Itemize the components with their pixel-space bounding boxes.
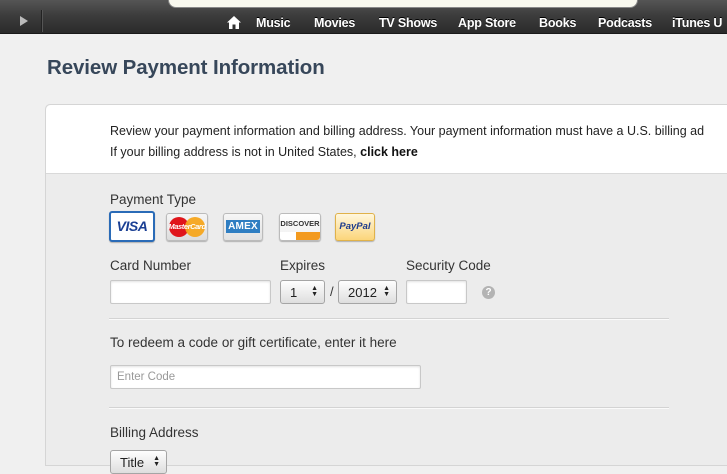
expiry-month-value: 1 — [290, 285, 298, 300]
home-icon[interactable] — [227, 16, 241, 29]
title-select-value: Title — [120, 455, 145, 470]
nav-item-podcasts[interactable]: Podcasts — [598, 16, 652, 30]
intro-box: Review your payment information and bill… — [46, 105, 727, 174]
nav-item-music[interactable]: Music — [256, 16, 291, 30]
redeem-label: To redeem a code or gift certificate, en… — [110, 335, 397, 350]
select-arrows-icon: ▲ ▼ — [153, 455, 160, 468]
expiry-month-select[interactable]: 1 ▲ ▼ — [280, 280, 325, 304]
mastercard-logo-text: MasterCard — [168, 222, 206, 231]
top-nav-bar: Music Movies TV Shows App Store Books Po… — [0, 0, 727, 34]
discover-option[interactable]: DISCOVER — [279, 213, 321, 241]
card-number-input[interactable] — [110, 280, 271, 304]
divider — [109, 318, 669, 320]
nav-item-movies[interactable]: Movies — [314, 16, 355, 30]
nav-item-itunes-u[interactable]: iTunes U — [672, 16, 722, 30]
intro-prefix: If your billing address is not in United… — [110, 145, 361, 159]
paypal-option[interactable]: PayPal — [335, 213, 375, 241]
status-display — [168, 0, 638, 8]
billing-address-label: Billing Address — [110, 425, 199, 440]
expires-label: Expires — [280, 258, 326, 273]
nav-item-app-store[interactable]: App Store — [458, 16, 516, 30]
title-select[interactable]: Title ▲ ▼ — [110, 450, 167, 474]
intro-text-2: If your billing address is not in United… — [110, 145, 418, 159]
click-here-link[interactable]: click here — [360, 145, 418, 159]
nav-item-tv-shows[interactable]: TV Shows — [379, 16, 437, 30]
expiry-separator: / — [330, 284, 334, 299]
payment-type-label: Payment Type — [110, 192, 197, 207]
discover-stripe — [280, 232, 320, 240]
payment-panel: Review your payment information and bill… — [45, 104, 727, 474]
paypal-logo-text: PayPal — [339, 221, 371, 232]
select-arrows-icon: ▲ ▼ — [383, 285, 390, 298]
help-icon[interactable]: ? — [482, 286, 495, 299]
security-code-label: Security Code — [406, 258, 491, 273]
visa-logo-text: VISA — [116, 218, 148, 234]
amex-logo-text: AMEX — [226, 220, 260, 233]
expiry-year-select[interactable]: 2012 ▲ ▼ — [338, 280, 397, 304]
page-title: Review Payment Information — [47, 56, 325, 79]
play-icon — [20, 16, 28, 26]
security-code-input[interactable] — [406, 280, 467, 304]
discover-logo-text: DISCOVER — [280, 219, 320, 228]
expiry-year-value: 2012 — [348, 285, 377, 300]
card-number-label: Card Number — [110, 258, 192, 273]
mastercard-option[interactable]: MasterCard — [166, 213, 208, 241]
visa-card-option[interactable]: VISA — [109, 211, 155, 242]
divider — [109, 407, 669, 409]
intro-text: Review your payment information and bill… — [110, 124, 705, 138]
amex-option[interactable]: AMEX — [223, 213, 263, 241]
select-arrows-icon: ▲ ▼ — [311, 285, 318, 298]
play-button[interactable] — [7, 10, 42, 32]
redeem-code-input[interactable]: Enter Code — [110, 365, 421, 389]
nav-item-books[interactable]: Books — [539, 16, 576, 30]
